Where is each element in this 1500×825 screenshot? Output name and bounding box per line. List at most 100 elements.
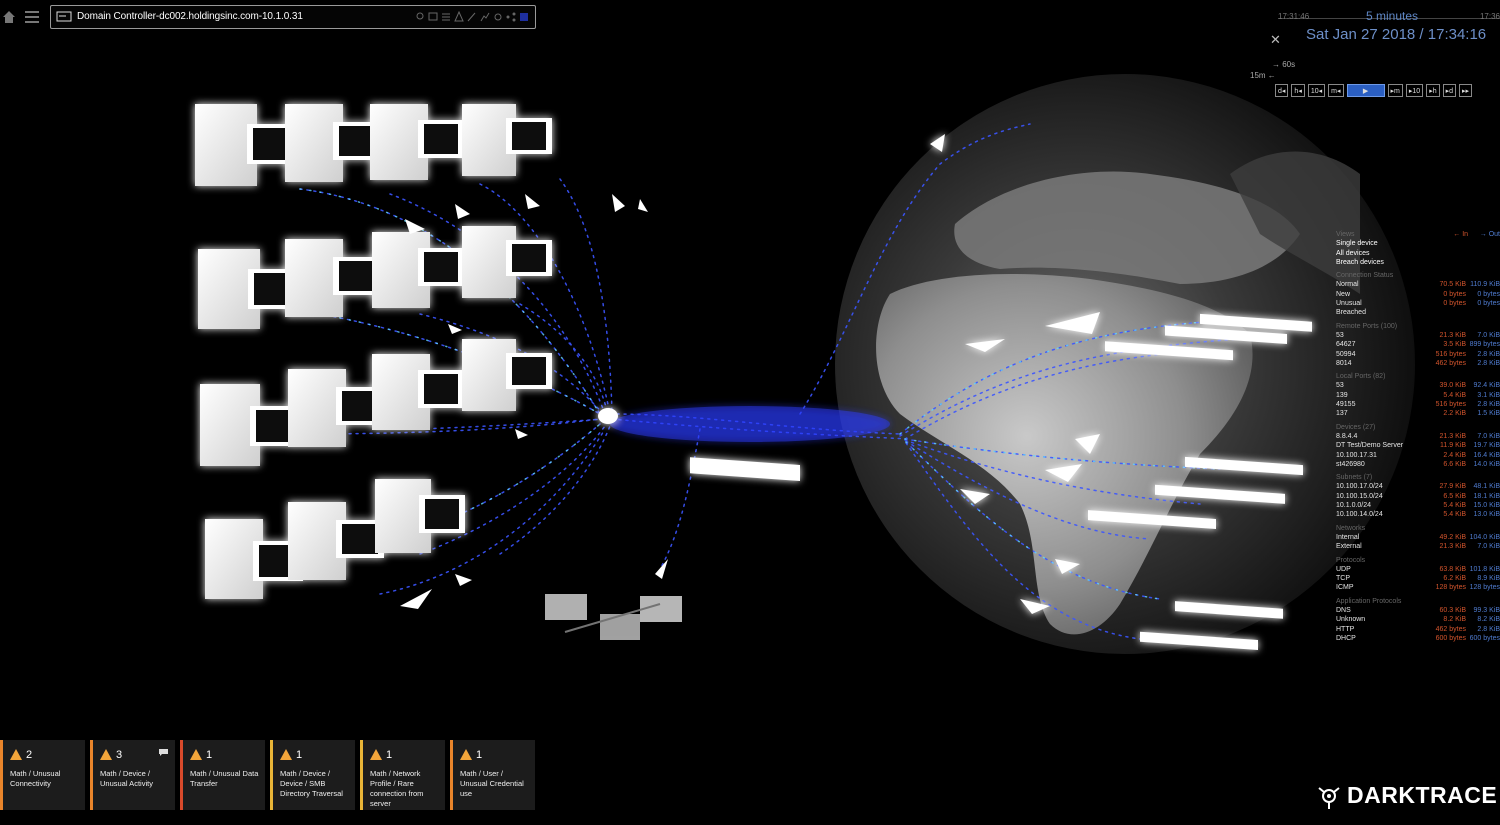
breach-alert-card[interactable]: 1 Math / User / Unusual Credential use (450, 740, 535, 810)
home-icon[interactable] (2, 10, 16, 24)
stats-out-value: 2.8 KiB (1477, 359, 1500, 367)
device-row[interactable] (195, 104, 552, 186)
breach-alert-card[interactable]: 1 Math / Device / Device / SMB Directory … (270, 740, 355, 810)
device-row[interactable] (198, 226, 552, 329)
network-visualization[interactable] (0, 34, 1500, 734)
rewind-hour-button[interactable]: h◂ (1291, 84, 1305, 97)
stats-row[interactable]: 50994 516 bytes 2.8 KiB (1336, 350, 1500, 359)
stats-row[interactable]: New 0 bytes 0 bytes (1336, 290, 1500, 299)
rewind-10m-button[interactable]: 10◂ (1307, 84, 1326, 97)
time-range-label[interactable]: 5 minutes (1366, 9, 1418, 23)
stats-section-header[interactable]: Subnets (7) (1336, 473, 1500, 482)
device-row[interactable] (200, 339, 552, 466)
stats-label: 10.100.17.31 (1336, 451, 1377, 459)
stats-label: 53 (1336, 382, 1344, 390)
stats-section-header[interactable]: Application Protocols (1336, 597, 1500, 606)
device-row[interactable] (205, 479, 465, 599)
stats-in-value: 70.5 KiB (1439, 281, 1466, 289)
stats-row[interactable]: Breached (1336, 308, 1500, 317)
stats-section-header[interactable]: Remote Ports (100) (1336, 322, 1500, 331)
step-15m-button[interactable]: 15m ← (1250, 71, 1276, 80)
stats-label: 137 (1336, 410, 1348, 418)
comment-icon[interactable] (158, 748, 169, 757)
breach-alert-card[interactable]: 1 Math / Unusual Data Transfer (180, 740, 265, 810)
stats-row[interactable]: ICMP 128 bytes 128 bytes (1336, 583, 1500, 592)
stats-in-value: 6.2 KiB (1443, 575, 1466, 583)
stats-out-value: 600 bytes (1469, 634, 1500, 642)
filter-icon[interactable] (415, 10, 425, 22)
stats-section-header[interactable]: Connection Status (1336, 271, 1500, 280)
warning-icon[interactable] (454, 10, 464, 22)
stats-row[interactable]: 10.1.0.0/24 5.4 KiB 15.0 KiB (1336, 501, 1500, 510)
stats-row[interactable]: Internal 49.2 KiB 104.0 KiB (1336, 533, 1500, 542)
stats-row[interactable]: 53 39.0 KiB 92.4 KiB (1336, 381, 1500, 390)
stats-label: 64627 (1336, 341, 1356, 349)
stats-row[interactable]: 10.100.17.31 2.4 KiB 16.4 KiB (1336, 451, 1500, 460)
share-icon[interactable] (506, 10, 516, 22)
stats-in-value: 516 bytes (1435, 350, 1466, 358)
stats-row[interactable]: Normal 70.5 KiB 110.9 KiB (1336, 280, 1500, 289)
stats-label: Internal (1336, 533, 1360, 541)
stats-section-header[interactable]: Devices (27) (1336, 423, 1500, 432)
view-option[interactable]: Single device (1336, 239, 1500, 248)
stats-row[interactable]: 137 2.2 KiB 1.5 KiB (1336, 409, 1500, 418)
list-icon[interactable] (441, 10, 451, 22)
stats-row[interactable]: DNS 60.3 KiB 99.3 KiB (1336, 606, 1500, 615)
stats-section-header[interactable]: Local Ports (82) (1336, 372, 1500, 381)
stats-row[interactable]: External 21.3 KiB 7.0 KiB (1336, 542, 1500, 551)
globe[interactable] (835, 74, 1415, 654)
settings-icon[interactable] (493, 10, 503, 22)
forward-day-button[interactable]: ▸d (1442, 84, 1457, 97)
stats-label: TCP (1336, 575, 1350, 583)
play-button[interactable]: ▶ (1346, 84, 1385, 97)
warning-icon (370, 749, 382, 761)
status-indicator-icon[interactable] (519, 10, 529, 22)
forward-minute-button[interactable]: ▸m (1387, 84, 1403, 97)
edit-icon[interactable] (467, 10, 477, 22)
stats-row[interactable]: HTTP 462 bytes 2.8 KiB (1336, 625, 1500, 634)
rewind-day-button[interactable]: d◂ (1275, 84, 1289, 97)
server-cluster[interactable] (545, 594, 682, 640)
stats-row[interactable]: 64627 3.5 KiB 899 bytes (1336, 340, 1500, 349)
alert-title: Math / Device / Device / SMB Directory T… (280, 769, 343, 798)
stats-section: Devices (27) 8.8.4.4 21.3 KiB 7.0 KiB DT Tes… (1336, 423, 1500, 469)
step-60s-button[interactable]: → 60s (1272, 60, 1295, 69)
rewind-minute-button[interactable]: m◂ (1328, 84, 1344, 97)
stats-in-value: 0 bytes (1443, 290, 1466, 298)
forward-10m-button[interactable]: ▸10 (1405, 84, 1424, 97)
stats-row[interactable]: DT Test/Demo Server 11.9 KiB 19.7 KiB (1336, 441, 1500, 450)
stats-row[interactable]: Unusual 0 bytes 0 bytes (1336, 299, 1500, 308)
stats-row[interactable]: 8014 462 bytes 2.8 KiB (1336, 359, 1500, 368)
stats-row[interactable]: TCP 6.2 KiB 8.9 KiB (1336, 574, 1500, 583)
stats-row[interactable]: 10.100.14.0/24 5.4 KiB 13.0 KiB (1336, 510, 1500, 519)
stats-row[interactable]: 10.100.15.0/24 6.5 KiB 18.1 KiB (1336, 492, 1500, 501)
alert-count: 3 (116, 748, 123, 761)
stats-row[interactable]: DHCP 600 bytes 600 bytes (1336, 634, 1500, 643)
stats-section-header[interactable]: Protocols (1336, 556, 1500, 565)
stats-row[interactable]: 139 5.4 KiB 3.1 KiB (1336, 391, 1500, 400)
breach-alert-card[interactable]: 2 Math / Unusual Connectivity (0, 740, 85, 810)
stats-row[interactable]: Unknown 8.2 KiB 8.2 KiB (1336, 615, 1500, 624)
menu-icon[interactable] (24, 10, 40, 24)
stats-row[interactable]: UDP 63.8 KiB 101.8 KiB (1336, 565, 1500, 574)
skip-end-button[interactable]: ▸▸ (1459, 84, 1473, 97)
stats-row[interactable]: 8.8.4.4 21.3 KiB 7.0 KiB (1336, 432, 1500, 441)
close-icon[interactable]: ✕ (1270, 32, 1281, 48)
breach-alert-card[interactable]: 3 Math / Device / Unusual Activity (90, 740, 175, 810)
stats-in-value: 5.4 KiB (1443, 391, 1466, 399)
image-icon[interactable] (428, 10, 438, 22)
stats-row[interactable]: 10.100.17.0/24 27.9 KiB 48.1 KiB (1336, 482, 1500, 491)
stats-in-value: 600 bytes (1435, 634, 1466, 642)
stats-section-header[interactable]: Networks (1336, 524, 1500, 533)
view-option[interactable]: All devices (1336, 249, 1500, 258)
device-search-box[interactable]: Domain Controller-dc002.holdingsinc.com-… (50, 5, 536, 29)
view-option[interactable]: Breach devices (1336, 258, 1500, 267)
stats-row[interactable]: 49155 516 bytes 2.8 KiB (1336, 400, 1500, 409)
stats-row[interactable]: 53 21.3 KiB 7.0 KiB (1336, 331, 1500, 340)
stats-row[interactable]: st426980 6.6 KiB 14.0 KiB (1336, 460, 1500, 469)
forward-hour-button[interactable]: ▸h (1426, 84, 1440, 97)
chart-icon[interactable] (480, 10, 490, 22)
timeline-start: 17:31:46 (1278, 12, 1310, 21)
internal-devices[interactable] (195, 104, 682, 640)
breach-alert-card[interactable]: 1 Math / Network Profile / Rare connectio… (360, 740, 445, 810)
